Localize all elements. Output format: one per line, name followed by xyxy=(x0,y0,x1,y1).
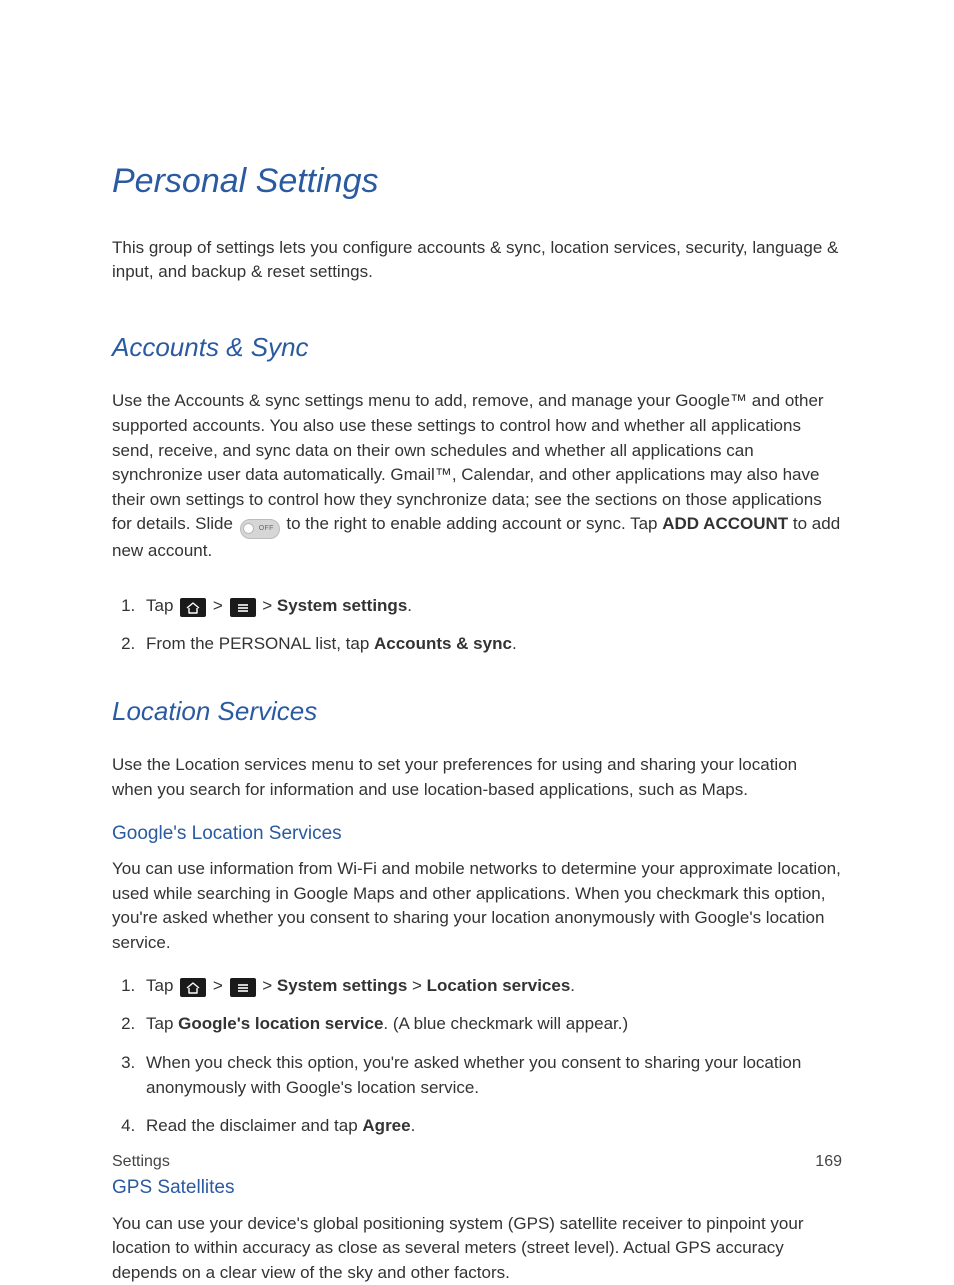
location-paragraph: Use the Location services menu to set yo… xyxy=(112,753,842,802)
menu-icon xyxy=(230,598,256,617)
google-location-paragraph: You can use information from Wi-Fi and m… xyxy=(112,857,842,956)
accounts-text-b: to the right to enable adding account or… xyxy=(282,514,663,533)
gls4-a: Read the disclaimer and tap xyxy=(146,1116,362,1135)
intro-paragraph: This group of settings lets you configur… xyxy=(112,236,842,285)
step2-c: . xyxy=(512,634,517,653)
location-services-label: Location services xyxy=(427,976,571,995)
gps-paragraph: You can use your device's global positio… xyxy=(112,1212,842,1285)
toggle-off-icon: OFF xyxy=(240,519,280,539)
gls1-tap: Tap xyxy=(146,976,178,995)
step2-a: From the PERSONAL list, tap xyxy=(146,634,374,653)
gls-step-2: Tap Google's location service. (A blue c… xyxy=(140,1012,842,1037)
step-end: . xyxy=(407,596,412,615)
step-sep-1: > xyxy=(208,596,227,615)
accounts-steps: Tap > > System settings. From the PERSON… xyxy=(112,594,842,657)
menu-icon xyxy=(230,978,256,997)
gls-step-4: Read the disclaimer and tap Agree. xyxy=(140,1114,842,1139)
add-account-label: ADD ACCOUNT xyxy=(662,514,788,533)
accounts-step-1: Tap > > System settings. xyxy=(140,594,842,619)
section-accounts-sync: Accounts & Sync xyxy=(112,329,842,365)
system-settings-label: System settings xyxy=(277,976,407,995)
page-title: Personal Settings xyxy=(112,158,842,206)
gls1-sep3: > xyxy=(407,976,426,995)
subsection-gps-satellites: GPS Satellites xyxy=(112,1175,842,1202)
subsection-google-location: Google's Location Services xyxy=(112,821,842,848)
gls-step-3: When you check this option, you're asked… xyxy=(140,1051,842,1100)
page-footer: Settings 169 xyxy=(112,1151,842,1173)
gls4-c: . xyxy=(411,1116,416,1135)
system-settings-label: System settings xyxy=(277,596,407,615)
accounts-step-2: From the PERSONAL list, tap Accounts & s… xyxy=(140,632,842,657)
gls-step-1: Tap > > System settings > Location servi… xyxy=(140,974,842,999)
gls1-sep1: > xyxy=(208,976,227,995)
agree-label: Agree xyxy=(362,1116,410,1135)
accounts-paragraph: Use the Accounts & sync settings menu to… xyxy=(112,389,842,563)
footer-section: Settings xyxy=(112,1151,170,1173)
home-icon xyxy=(180,978,206,997)
gls2-c: . (A blue checkmark will appear.) xyxy=(383,1014,628,1033)
gls1-sep2: > xyxy=(258,976,277,995)
home-icon xyxy=(180,598,206,617)
footer-page-number: 169 xyxy=(815,1151,842,1173)
toggle-knob xyxy=(243,523,254,534)
step-sep-2: > xyxy=(258,596,277,615)
gls1-end: . xyxy=(570,976,575,995)
google-location-service-label: Google's location service xyxy=(178,1014,383,1033)
section-location-services: Location Services xyxy=(112,693,842,729)
toggle-off-label: OFF xyxy=(259,524,274,534)
google-location-steps: Tap > > System settings > Location servi… xyxy=(112,974,842,1139)
gls2-a: Tap xyxy=(146,1014,178,1033)
accounts-text-a: Use the Accounts & sync settings menu to… xyxy=(112,391,824,533)
step-text-tap: Tap xyxy=(146,596,178,615)
accounts-sync-label: Accounts & sync xyxy=(374,634,512,653)
